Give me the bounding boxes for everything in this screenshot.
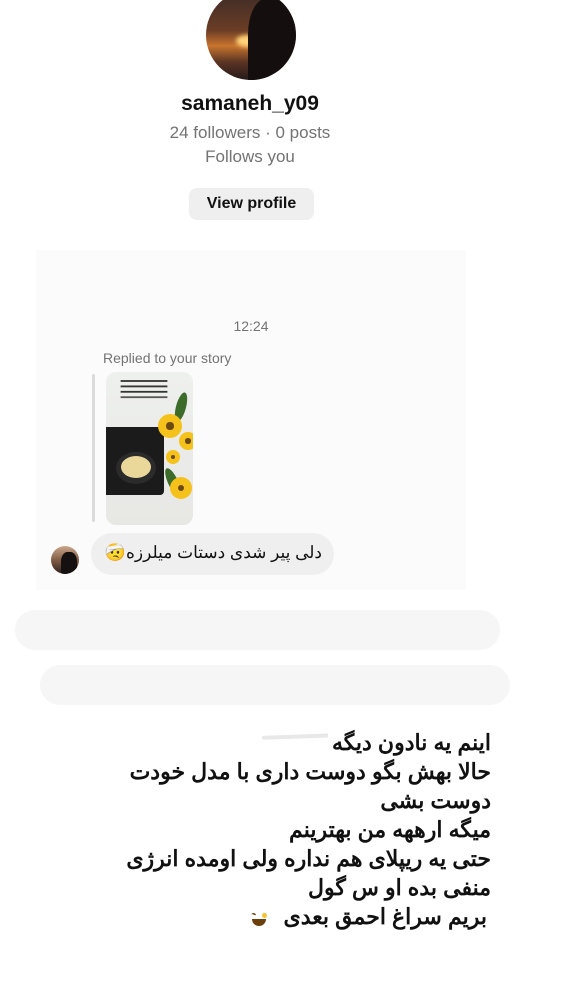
food-image [121, 456, 151, 478]
replied-to-story-label: Replied to your story [103, 350, 232, 366]
caption-line: بریم سراغ احمق بعدی [25, 902, 495, 932]
profile-followers-posts: 24 followers · 0 posts [169, 123, 331, 142]
message-bubble[interactable]: دلی پیر شدی دستات میلرزه🤕 [91, 533, 334, 575]
story-caption: اینم یه نادون دیگه حالا بهش بگو دوست دار… [25, 728, 495, 932]
caption-line: حالا بهش بگو دوست داری با مدل خودت [25, 757, 495, 786]
caption-line-text: اینم یه نادون دیگه [327, 730, 495, 755]
caption-line: حتی یه ریپلای هم نداره ولی اومده انرژی [25, 844, 495, 873]
story-thumbnail[interactable] [106, 372, 193, 525]
caption-line-text: دوست بشی [376, 788, 495, 813]
message-text: دلی پیر شدی دستات میلرزه🤕 [104, 543, 322, 562]
chat-area: 12:24 Replied to your story دلی پیر شدی … [36, 250, 466, 590]
profile-follows-you: Follows you [205, 147, 295, 166]
caption-line-text: حتی یه ریپلای هم نداره ولی اومده انرژی [122, 846, 495, 871]
blurred-region [15, 610, 500, 650]
caption-line: دوست بشی [25, 786, 495, 815]
blurred-region [40, 665, 510, 705]
sunflower-image [166, 450, 180, 464]
caption-line: اینم یه نادون دیگه [25, 728, 495, 757]
view-profile-button[interactable]: View profile [189, 188, 314, 220]
tear-left [242, 914, 257, 923]
avatar-silhouette [248, 0, 296, 80]
face-with-tears-of-joy-icon [242, 905, 283, 932]
sender-avatar-silhouette [61, 552, 77, 574]
caption-line-text: منفی بده او س گول [304, 875, 495, 900]
caption-line: منفی بده او س گول [25, 873, 495, 902]
message-timestamp: 12:24 [233, 318, 269, 334]
profile-header: samaneh_y09 24 followers · 0 posts Follo… [0, 0, 563, 250]
caption-line: میگه ارههه من بهترینم [25, 815, 495, 844]
caption-line-text: بریم سراغ احمق بعدی [279, 904, 491, 929]
sunflower-image [179, 432, 193, 450]
story-caption-lines [120, 380, 168, 382]
sender-avatar[interactable] [51, 546, 79, 574]
caption-line-text: حالا بهش بگو دوست داری با مدل خودت [125, 759, 495, 784]
sunflower-image [158, 414, 182, 438]
reply-indicator-bar [92, 374, 95, 522]
profile-username: samaneh_y09 [181, 92, 319, 115]
tear-right [268, 914, 283, 923]
profile-avatar[interactable] [206, 0, 296, 80]
caption-line-text: میگه ارههه من بهترینم [285, 817, 495, 842]
sunflower-image [170, 477, 192, 499]
